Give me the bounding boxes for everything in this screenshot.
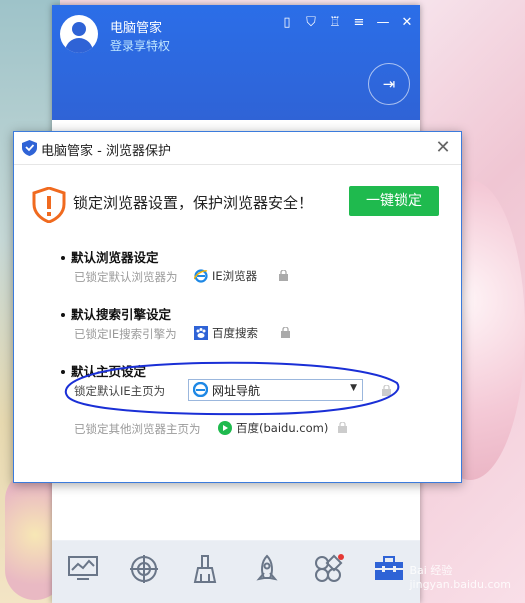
shirt-icon[interactable]: ♖: [328, 15, 342, 30]
minimize-icon[interactable]: —: [376, 15, 390, 30]
annotation-ellipse: [65, 361, 400, 416]
dialog-titlebar: 电脑管家 - 浏览器保护 ✕: [14, 132, 461, 165]
hero-message: 锁定浏览器设置，保护浏览器安全！: [73, 194, 314, 212]
bullet: [61, 312, 65, 317]
dialog-title: 电脑管家 - 浏览器保护: [41, 144, 171, 159]
watermark-text: Bai 经验 jingyan.baidu.com: [409, 564, 511, 591]
lock-icon: [281, 327, 290, 338]
avatar[interactable]: [60, 15, 98, 53]
row-label: 已锁定其他浏览器主页为: [74, 422, 201, 436]
close-icon[interactable]: ✕: [400, 15, 414, 30]
value-text: 百度搜索: [212, 326, 258, 340]
chart-icon[interactable]: [65, 554, 101, 590]
notification-dot: [337, 554, 344, 560]
avatar-body: [65, 38, 93, 53]
toolbar: [52, 541, 420, 603]
pc-manager-logo-icon: [22, 140, 37, 156]
section-heading-default-browser: 默认浏览器设定: [61, 247, 159, 266]
avatar-head: [72, 22, 86, 36]
row-label: 已锁定IE搜索引擎为: [74, 327, 177, 341]
green-play-icon: [218, 421, 232, 435]
search-engine-value: 百度搜索: [194, 325, 258, 341]
value-text: 百度(baidu.com): [236, 421, 329, 435]
warning-shield-icon: [32, 187, 66, 223]
browser-protection-dialog: 电脑管家 - 浏览器保护 ✕ 锁定浏览器设置，保护浏览器安全！ 一键锁定 默认浏…: [13, 131, 462, 483]
value-text: IE浏览器: [212, 269, 258, 283]
menu-icon[interactable]: ≡: [352, 15, 366, 30]
section-heading-text: 默认浏览器设定: [71, 250, 159, 265]
app-title: 电脑管家: [110, 21, 163, 36]
login-link[interactable]: 登录享特权: [110, 37, 170, 54]
one-click-lock-button[interactable]: 一键锁定: [349, 186, 439, 216]
lock-icon: [279, 270, 288, 281]
shield-icon[interactable]: ⛉: [304, 15, 318, 30]
close-icon[interactable]: ✕: [433, 137, 453, 158]
app-header: 电脑管家 登录享特权 ▯ ⛉ ♖ ≡ — ✕ ⇥: [52, 5, 420, 120]
section-heading-search-engine: 默认搜索引擎设定: [61, 304, 171, 323]
lock-icon: [338, 422, 347, 433]
exit-icon[interactable]: ⇥: [368, 63, 410, 105]
row-label: 已锁定默认浏览器为: [74, 270, 178, 284]
window-controls: ▯ ⛉ ♖ ≡ — ✕: [280, 15, 414, 30]
section-heading-text: 默认搜索引擎设定: [71, 307, 172, 322]
rocket-icon[interactable]: [249, 554, 285, 590]
clover-icon[interactable]: [310, 554, 346, 590]
bullet: [61, 255, 65, 260]
target-icon[interactable]: [126, 554, 162, 590]
ie-icon: [194, 269, 208, 283]
other-homepage-value: 百度(baidu.com): [218, 420, 328, 436]
broom-icon[interactable]: [187, 554, 223, 590]
toolbox-icon[interactable]: [371, 554, 407, 590]
watermark: Bai 经验 jingyan.baidu.com: [409, 562, 511, 591]
default-browser-value: IE浏览器: [194, 268, 257, 284]
baidu-paw-icon: [194, 326, 208, 340]
phone-icon[interactable]: ▯: [280, 15, 294, 30]
